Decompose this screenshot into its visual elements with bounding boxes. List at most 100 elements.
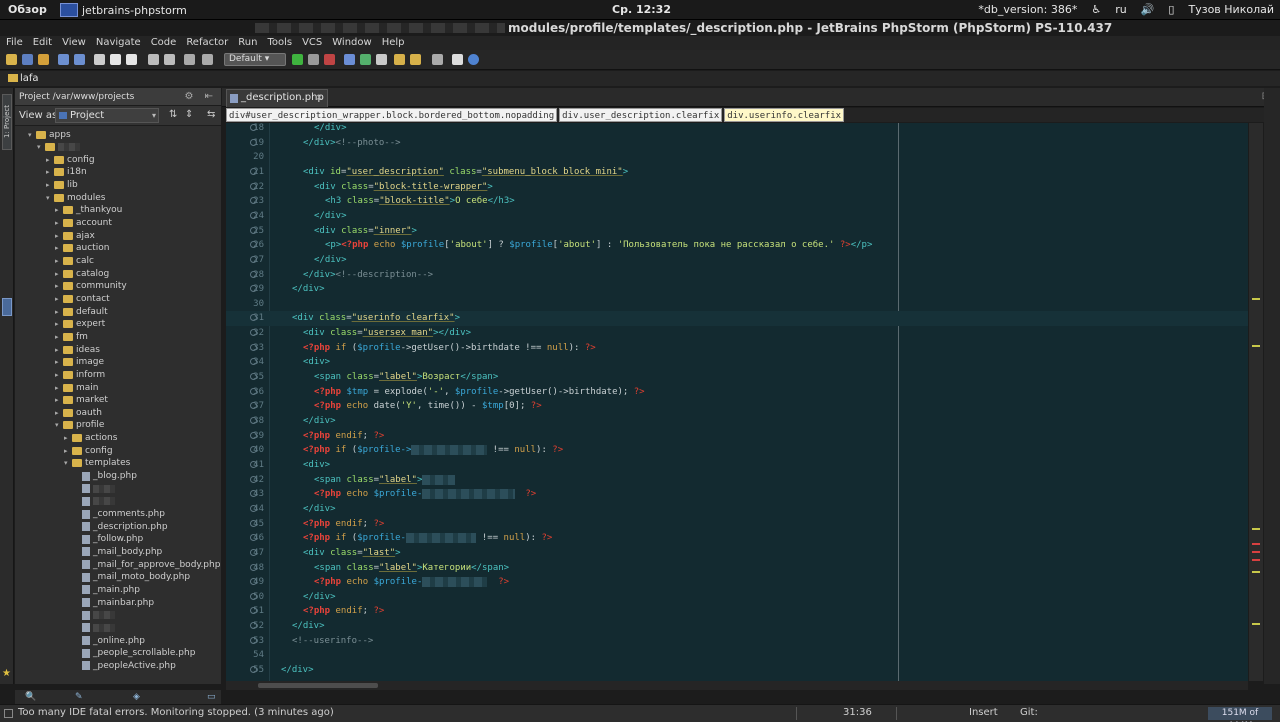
tree-folder[interactable]: ▸ market (55, 394, 108, 407)
menu-view[interactable]: View (62, 36, 86, 50)
error-marker[interactable] (1252, 559, 1260, 561)
sync-icon[interactable] (38, 54, 49, 65)
tree-folder[interactable]: ▸ config (46, 153, 95, 166)
copy-icon[interactable] (110, 54, 121, 65)
collapsed-arrow-icon[interactable]: ▸ (55, 268, 63, 280)
tree-folder[interactable]: ▾ modules (46, 191, 105, 204)
code-line[interactable]: 22 <div class="block-title-wrapper"> (226, 180, 1248, 195)
tree-folder[interactable]: ▸ auction (55, 242, 109, 255)
tree-folder[interactable]: ▾ (37, 141, 80, 154)
tree-folder[interactable]: ▸ i18n (46, 166, 87, 179)
code-line[interactable]: 28 </div><!--description--> (226, 268, 1248, 283)
code-line[interactable]: 45 <?php endif; ?> (226, 517, 1248, 532)
menu-help[interactable]: Help (382, 36, 405, 50)
fold-marker-icon[interactable] (250, 138, 257, 146)
structure-tool-tab[interactable] (2, 298, 12, 316)
tree-folder[interactable]: ▸ calc (55, 255, 94, 268)
tree-file[interactable]: _blog.php (73, 470, 137, 483)
nav-root[interactable]: lafa (20, 73, 39, 84)
tree-folder[interactable]: ▸ expert (55, 318, 105, 331)
tree-file[interactable] (73, 609, 115, 622)
tree-file[interactable]: _mainbar.php (73, 596, 154, 609)
tree-file[interactable]: _comments.php (73, 508, 165, 521)
tree-folder[interactable]: ▸ fm (55, 330, 88, 343)
tree-folder[interactable]: ▸ _thankyou (55, 204, 122, 217)
tree-folder[interactable]: ▾ templates (64, 457, 130, 470)
find-icon[interactable] (148, 54, 159, 65)
tree-folder[interactable]: ▸ main (55, 381, 99, 394)
undo-icon[interactable] (58, 54, 69, 65)
expanded-arrow-icon[interactable]: ▾ (28, 129, 36, 141)
tree-file[interactable]: _online.php (73, 634, 145, 647)
user-menu[interactable]: Тузов Николай (1188, 3, 1274, 16)
collapsed-arrow-icon[interactable]: ▸ (55, 242, 63, 254)
warning-marker[interactable] (1252, 528, 1260, 530)
fold-marker-icon[interactable] (250, 504, 257, 512)
warning-marker[interactable] (1252, 623, 1260, 625)
scrollbar-thumb[interactable] (258, 683, 378, 688)
settings-icon[interactable] (184, 54, 195, 65)
fold-marker-icon[interactable] (250, 182, 257, 190)
collapsed-arrow-icon[interactable]: ▸ (55, 356, 63, 368)
tree-folder[interactable]: ▸ contact (55, 292, 110, 305)
menu-edit[interactable]: Edit (33, 36, 52, 50)
code-line[interactable]: 41 <div> (226, 458, 1248, 473)
save-icon[interactable] (22, 54, 33, 65)
warning-marker[interactable] (1252, 571, 1260, 573)
collapsed-arrow-icon[interactable]: ▸ (64, 445, 72, 457)
collapsed-arrow-icon[interactable]: ▸ (55, 293, 63, 305)
battery-icon[interactable]: ▯ (1168, 3, 1174, 16)
fold-marker-icon[interactable] (250, 124, 257, 131)
code-line[interactable]: 37 <?php echo date('Y', time()) - $tmp[0]… (226, 399, 1248, 414)
menu-run[interactable]: Run (238, 36, 257, 50)
expanded-arrow-icon[interactable]: ▾ (64, 457, 72, 469)
tree-file[interactable]: _description.php (73, 520, 168, 533)
fold-marker-icon[interactable] (250, 373, 257, 381)
accessibility-icon[interactable]: ♿ (1091, 3, 1101, 16)
code-line[interactable]: 53 <!--userinfo--> (226, 634, 1248, 649)
error-marker[interactable] (1252, 551, 1260, 553)
code-line[interactable]: 54 (226, 648, 1248, 663)
code-line[interactable]: 44 </div> (226, 502, 1248, 517)
replace-icon[interactable] (164, 54, 175, 65)
collapsed-arrow-icon[interactable]: ▸ (55, 407, 63, 419)
status-message[interactable]: Too many IDE fatal errors. Monitoring st… (18, 707, 334, 718)
vcs-compare-icon[interactable] (376, 54, 387, 65)
code-line[interactable]: 33 <?php if ($profile->getUser()->birthda… (226, 341, 1248, 356)
tree-folder[interactable]: ▸ lib (46, 179, 78, 192)
tree-folder[interactable]: ▸ ideas (55, 343, 100, 356)
stop-icon[interactable] (324, 54, 335, 65)
error-marker[interactable] (1252, 543, 1260, 545)
collapsed-arrow-icon[interactable]: ▸ (46, 179, 54, 191)
view-as-select[interactable]: Project ▾ (55, 108, 159, 123)
tools-icon[interactable] (432, 54, 443, 65)
menu-tools[interactable]: Tools (267, 36, 292, 50)
tree-file[interactable]: _people_scrollable.php (73, 647, 195, 660)
keyboard-layout[interactable]: ru (1115, 3, 1127, 16)
tree-folder[interactable]: ▸ image (55, 356, 104, 369)
code-line[interactable]: 19 </div><!--photo--> (226, 136, 1248, 151)
debug-icon[interactable] (308, 54, 319, 65)
code-line[interactable]: 48 <span class="label">Категории</span> (226, 561, 1248, 576)
code-line[interactable]: 23 <h3 class="block-title">О себе</h3> (226, 194, 1248, 209)
code-line[interactable]: 36 <?php $tmp = explode('-', $profile->ge… (226, 385, 1248, 400)
code-editor[interactable]: 18 </div> 19 </div><!--photo--> 20 21 <div id=… (226, 123, 1248, 681)
run-config-select[interactable]: Default ▾ (224, 53, 286, 66)
fold-marker-icon[interactable] (250, 167, 257, 175)
collapsed-arrow-icon[interactable]: ▸ (55, 204, 63, 216)
menu-window[interactable]: Window (332, 36, 371, 50)
collapsed-arrow-icon[interactable]: ▸ (46, 154, 54, 166)
editor-vertical-scrollbar[interactable] (1249, 123, 1263, 681)
tree-folder[interactable]: ▾ apps (28, 128, 71, 141)
tree-folder[interactable]: ▸ community (55, 280, 127, 293)
fold-marker-icon[interactable] (250, 270, 257, 278)
history-icon[interactable] (394, 54, 405, 65)
menu-vcs[interactable]: VCS (302, 36, 322, 50)
terminal-icon[interactable]: ▭ (207, 692, 216, 702)
code-line[interactable]: 39 <?php endif; ?> (226, 429, 1248, 444)
fold-marker-icon[interactable] (250, 460, 257, 468)
code-line[interactable]: 26 <p><?php echo $profile['about'] ? $pro… (226, 238, 1248, 253)
tree-folder[interactable]: ▸ config (64, 444, 113, 457)
tree-folder[interactable]: ▸ actions (64, 432, 117, 445)
favorites-icon[interactable]: ★ (2, 668, 11, 679)
